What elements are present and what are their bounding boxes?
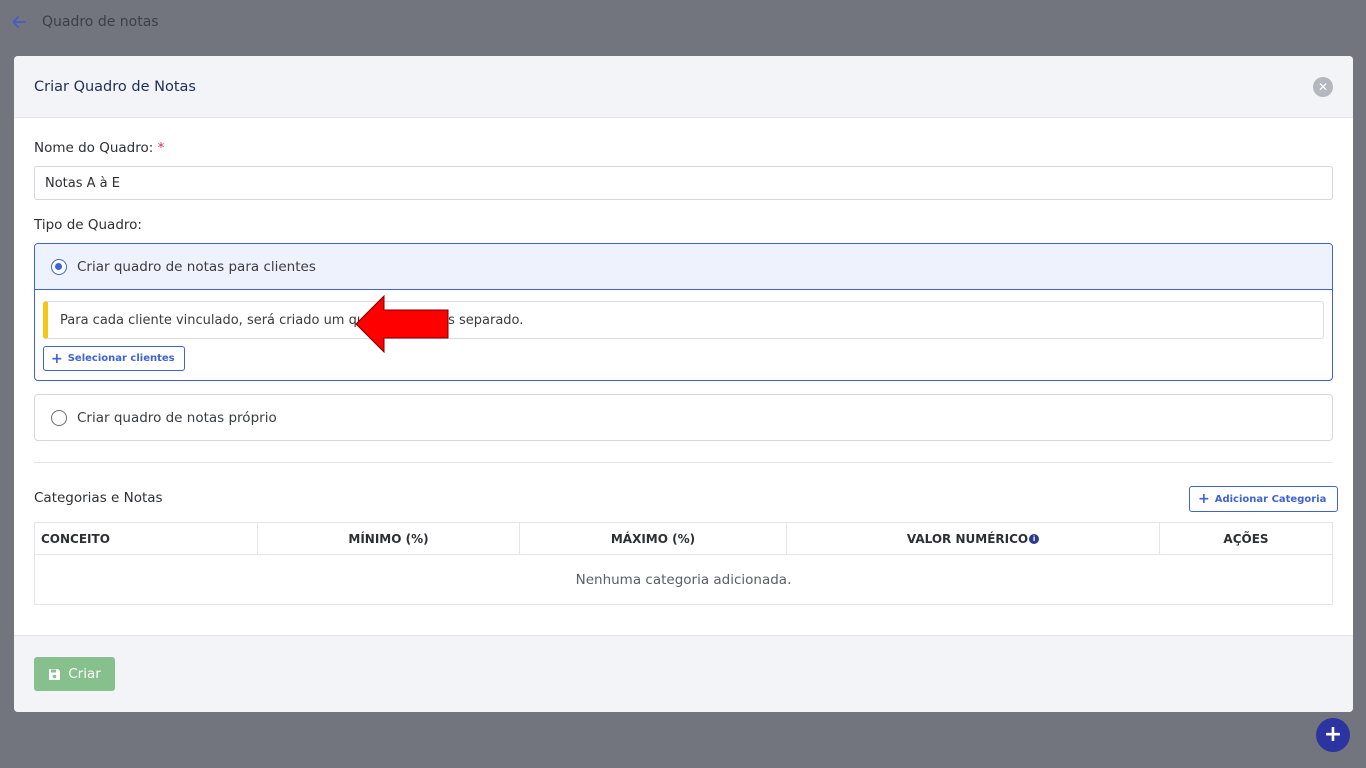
red-arrow-annotation [355, 295, 449, 353]
plus-icon: + [1323, 722, 1343, 747]
col-maximo: MÁXIMO (%) [520, 523, 787, 555]
empty-state: Nenhuma categoria adicionada. [575, 571, 792, 588]
col-valor-numerico: VALOR NUMÉRICO i [787, 523, 1160, 555]
modal-title: Criar Quadro de Notas [34, 78, 196, 95]
table-header: CONCEITO MÍNIMO (%) MÁXIMO (%) VALOR NUM… [35, 523, 1332, 555]
radio-own[interactable] [51, 409, 67, 426]
info-alert: Para cada cliente vinculado, será criado… [43, 301, 1324, 339]
option-clients-card: Criar quadro de notas para clientes Para… [34, 243, 1333, 381]
divider [34, 462, 1333, 463]
top-bar: Quadro de notas [0, 0, 1366, 44]
option-own-label: Criar quadro de notas próprio [77, 409, 277, 426]
option-clients-label: Criar quadro de notas para clientes [77, 258, 316, 275]
modal-header: Criar Quadro de Notas ✕ [14, 56, 1353, 118]
plus-icon: + [51, 350, 63, 367]
save-icon [48, 668, 61, 681]
select-clients-button[interactable]: + Selecionar clientes [43, 346, 185, 371]
radio-clients[interactable] [51, 258, 67, 275]
create-board-modal: Criar Quadro de Notas ✕ Nome do Quadro: … [14, 56, 1353, 712]
page-title: Quadro de notas [42, 14, 159, 30]
col-acoes: AÇÕES [1223, 532, 1269, 546]
close-icon[interactable]: ✕ [1313, 77, 1333, 97]
option-clients-header[interactable]: Criar quadro de notas para clientes [35, 244, 1332, 290]
col-minimo: MÍNIMO (%) [258, 523, 520, 555]
categories-table: CONCEITO MÍNIMO (%) MÁXIMO (%) VALOR NUM… [34, 522, 1333, 605]
info-icon[interactable]: i [1029, 534, 1040, 544]
option-own-card[interactable]: Criar quadro de notas próprio [34, 394, 1333, 441]
board-name-input[interactable] [34, 166, 1333, 200]
col-conceito: CONCEITO [35, 523, 258, 555]
arrow-left-icon[interactable] [10, 13, 28, 31]
board-name-label: Nome do Quadro: * [34, 140, 165, 156]
add-category-button[interactable]: + Adicionar Categoria [1189, 486, 1339, 512]
board-type-label: Tipo de Quadro: [34, 217, 142, 233]
create-button[interactable]: Criar [34, 657, 115, 691]
categories-title: Categorias e Notas [34, 490, 163, 506]
fab-add-button[interactable]: + [1316, 718, 1350, 752]
plus-icon: + [1198, 491, 1210, 507]
modal-footer: Criar [14, 635, 1353, 712]
required-mark: * [157, 140, 165, 156]
